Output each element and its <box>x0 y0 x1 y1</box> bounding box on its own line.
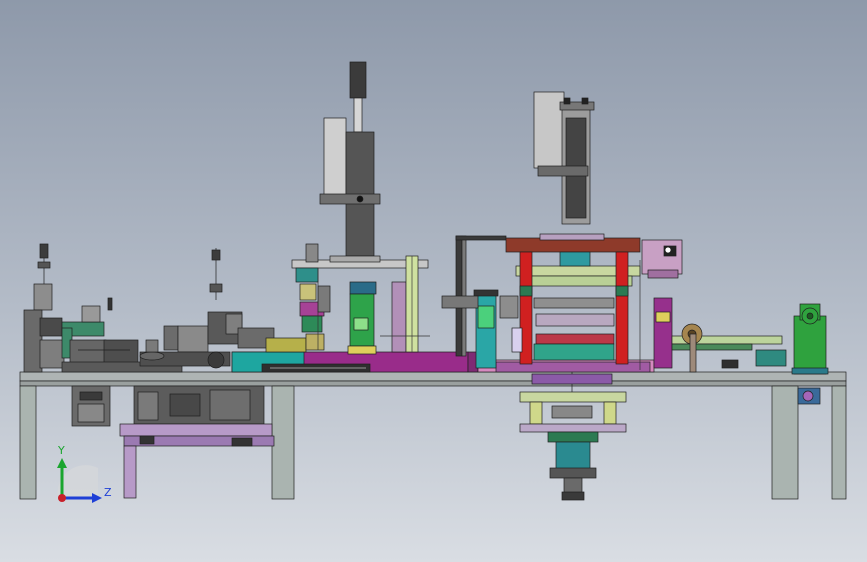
right-end-module <box>671 303 829 375</box>
green-end-motor <box>793 315 827 375</box>
under-table-left <box>71 385 275 499</box>
table-leg <box>831 385 847 500</box>
machine-assembly-drawing: Y Z <box>19 61 847 503</box>
under-table-press-unit <box>519 372 627 501</box>
z-axis-label: Z <box>104 486 112 499</box>
triad-plane <box>57 465 98 498</box>
y-arrowhead-icon <box>57 458 67 468</box>
center-press-station <box>291 61 430 355</box>
origin-marker <box>58 494 66 502</box>
press-cylinder <box>323 117 347 197</box>
coordinate-triad: Y Z <box>57 444 112 503</box>
press-cylinder-rod <box>349 61 367 99</box>
middle-left-unit <box>139 248 275 369</box>
table-leg <box>19 385 37 500</box>
guide-pillar <box>615 251 629 365</box>
hydraulic-cylinder <box>533 91 565 169</box>
cad-viewport[interactable]: Y Z <box>0 0 867 562</box>
table-leg <box>271 385 295 500</box>
table-leg <box>771 385 799 500</box>
y-axis-label: Y <box>57 444 65 457</box>
main-hydraulic-press <box>441 91 683 370</box>
under-table-right-fixture <box>797 387 821 405</box>
